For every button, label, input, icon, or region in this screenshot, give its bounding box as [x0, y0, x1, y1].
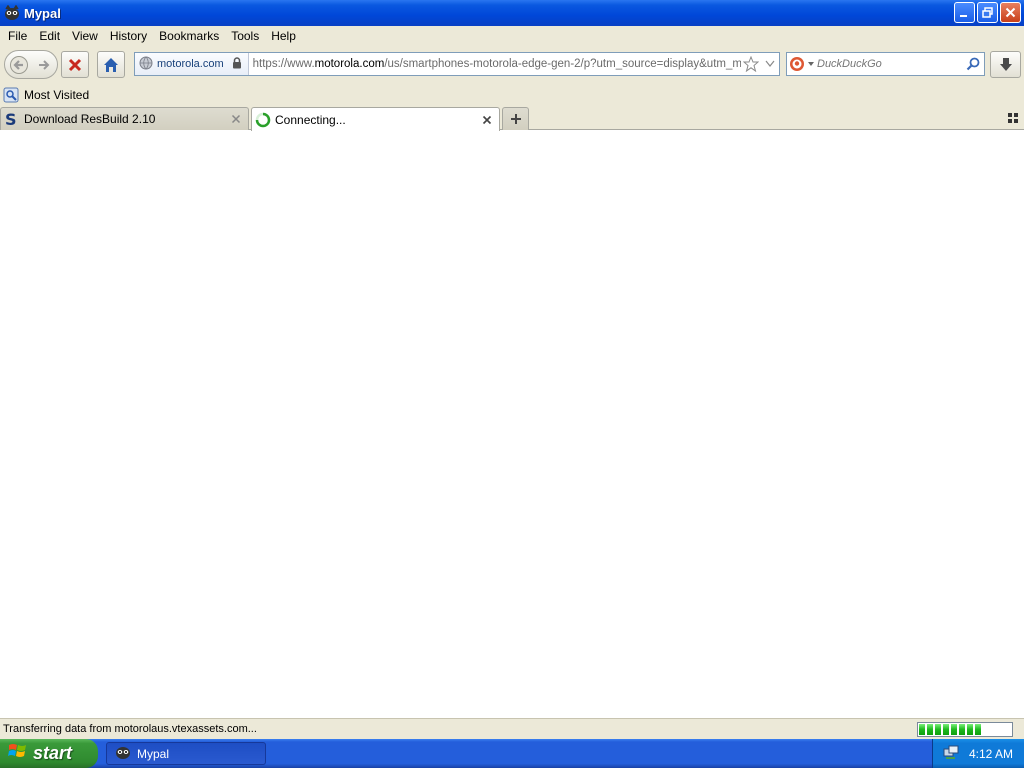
- menu-tools[interactable]: Tools: [225, 29, 265, 43]
- mypal-app-icon: [4, 4, 20, 21]
- start-button[interactable]: start: [0, 739, 98, 768]
- search-engine-button[interactable]: [787, 53, 817, 75]
- url-path: /us/smartphones-motorola-edge-gen-2/p?ut…: [384, 58, 741, 70]
- bookmark-star-button[interactable]: [741, 56, 761, 72]
- search-go-button[interactable]: [962, 57, 984, 71]
- grid-icon: [1008, 113, 1018, 123]
- progress-block: [967, 724, 973, 735]
- back-button[interactable]: [5, 51, 32, 78]
- navigation-toolbar: motorola.com https://www.motorola.com/us…: [0, 46, 1024, 84]
- site-identity-label: motorola.com: [157, 58, 224, 70]
- progress-block: [935, 724, 941, 735]
- home-icon: [104, 57, 118, 72]
- network-icon[interactable]: [943, 744, 959, 763]
- tab-close-button[interactable]: [479, 112, 495, 128]
- plus-icon: [510, 114, 521, 124]
- dropdown-arrow-icon: [765, 60, 775, 67]
- window-titlebar[interactable]: Mypal: [0, 0, 1024, 26]
- svg-text:S: S: [5, 111, 17, 127]
- list-all-tabs-button[interactable]: [1004, 110, 1022, 126]
- tab-connecting[interactable]: Connecting...: [251, 107, 500, 131]
- url-text[interactable]: https://www.motorola.com/us/smartphones-…: [249, 58, 741, 70]
- close-icon: [231, 114, 241, 124]
- bookmarks-toolbar: Most Visited: [0, 84, 1024, 106]
- progress-block: [919, 724, 925, 735]
- back-arrow-icon: [9, 55, 28, 74]
- search-bar: [786, 52, 985, 76]
- progress-block: [975, 724, 981, 735]
- duckduckgo-icon: [790, 57, 814, 71]
- taskbar: start Mypal 4:12 AM: [0, 739, 1024, 768]
- status-text: Transferring data from motorolaus.vtexas…: [3, 723, 257, 735]
- url-history-dropdown[interactable]: [761, 60, 779, 68]
- globe-icon: [139, 56, 153, 73]
- forward-button[interactable]: [32, 51, 56, 78]
- clock: 4:12 AM: [969, 746, 1014, 761]
- tab-close-button[interactable]: [228, 111, 244, 127]
- mypal-app-icon: [115, 744, 131, 763]
- start-label: start: [33, 743, 73, 763]
- progress-block: [927, 724, 933, 735]
- close-icon: [482, 115, 492, 124]
- system-tray: 4:12 AM: [932, 739, 1024, 768]
- stop-button[interactable]: [61, 51, 89, 78]
- bookmark-folder-icon: [3, 87, 19, 103]
- restore-icon: [982, 7, 993, 18]
- site-s-icon: S: [4, 111, 20, 127]
- new-tab-button[interactable]: [502, 107, 529, 130]
- forward-arrow-icon: [39, 59, 50, 70]
- tab-strip: S Download ResBuild 2.10 Connecting...: [0, 106, 1024, 131]
- tab-label: Connecting...: [275, 112, 346, 127]
- tab-label: Download ResBuild 2.10: [24, 112, 156, 126]
- home-button[interactable]: [97, 51, 125, 78]
- minimize-button[interactable]: [954, 2, 975, 23]
- progress-block: [951, 724, 957, 735]
- menu-file[interactable]: File: [2, 29, 33, 43]
- menu-history[interactable]: History: [104, 29, 153, 43]
- menu-help[interactable]: Help: [265, 29, 302, 43]
- taskbar-item-label: Mypal: [137, 746, 170, 761]
- loading-spinner-icon: [255, 112, 271, 128]
- menu-bookmarks[interactable]: Bookmarks: [153, 29, 225, 43]
- downloads-button[interactable]: [990, 51, 1021, 78]
- close-button[interactable]: [1000, 2, 1021, 23]
- status-bar: Transferring data from motorolaus.vtexas…: [0, 718, 1024, 739]
- menu-edit[interactable]: Edit: [33, 29, 66, 43]
- menu-bar: File Edit View History Bookmarks Tools H…: [0, 26, 1024, 46]
- lock-icon: [232, 56, 242, 72]
- site-identity-box[interactable]: motorola.com: [135, 53, 249, 75]
- tab-download-resbuild[interactable]: S Download ResBuild 2.10: [0, 107, 249, 130]
- taskbar-item-mypal[interactable]: Mypal: [106, 742, 266, 765]
- back-forward-group: [4, 50, 58, 79]
- menu-view[interactable]: View: [66, 29, 104, 43]
- stop-x-icon: [68, 58, 82, 71]
- star-icon: [743, 56, 759, 72]
- url-prefix: https://www.: [252, 58, 315, 70]
- restore-button[interactable]: [977, 2, 998, 23]
- magnifier-icon: [966, 57, 980, 71]
- bookmark-label: Most Visited: [24, 88, 90, 102]
- url-bar[interactable]: motorola.com https://www.motorola.com/us…: [134, 52, 780, 76]
- window-title: Mypal: [24, 5, 61, 21]
- windows-flag-icon: [8, 742, 28, 765]
- minimize-icon: [960, 15, 967, 17]
- download-arrow-icon: [999, 57, 1012, 71]
- page-content[interactable]: [0, 130, 1024, 718]
- progress-bar: [917, 722, 1013, 737]
- progress-block: [959, 724, 965, 735]
- close-icon: [1005, 7, 1016, 18]
- url-host: motorola.com: [314, 58, 385, 70]
- progress-fill: [919, 724, 981, 735]
- progress-block: [943, 724, 949, 735]
- bookmark-most-visited[interactable]: Most Visited: [3, 87, 89, 103]
- search-input[interactable]: [817, 58, 962, 70]
